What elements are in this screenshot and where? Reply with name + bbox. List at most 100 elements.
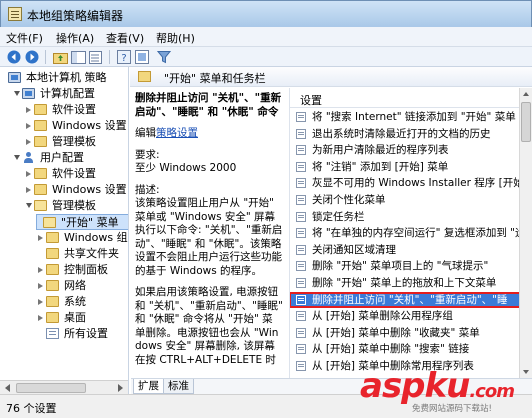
folder-icon: [46, 296, 59, 307]
scroll-left-icon[interactable]: [1, 382, 15, 394]
edit-policy-line: 编辑策略设置: [135, 127, 283, 141]
tree-item-all-settings[interactable]: 所有设置: [4, 326, 128, 342]
list-item[interactable]: 将 "在单独的内存空间运行" 复选框添加到 "运行: [290, 226, 520, 240]
tree-item-user-admin[interactable]: 管理模板: [4, 198, 128, 214]
tree-horizontal-scrollbar[interactable]: [0, 380, 128, 394]
collapse-arrow-icon[interactable]: [38, 283, 43, 289]
tree-label: Windows 设置: [52, 119, 127, 132]
tree-item-network[interactable]: 网络: [4, 278, 128, 294]
list-column-header[interactable]: 设置: [290, 88, 532, 108]
tree-item-desktop[interactable]: 桌面: [4, 310, 128, 326]
folder-icon: [34, 184, 47, 195]
expand-arrow-icon[interactable]: [26, 203, 32, 208]
policy-setting-icon: [296, 211, 306, 222]
list-item[interactable]: 锁定任务栏: [290, 210, 520, 224]
tree-item-windows-components[interactable]: Windows 组: [4, 230, 128, 246]
tree-item-user-software[interactable]: 软件设置: [4, 166, 128, 182]
toolbar-separator: [109, 50, 110, 64]
tree-label: 桌面: [64, 311, 86, 324]
back-icon[interactable]: [6, 49, 22, 65]
collapse-arrow-icon[interactable]: [38, 299, 43, 305]
list-item-selected[interactable]: 删除并阻止访问 "关机"、"重新启动"、"睡: [290, 291, 521, 308]
collapse-arrow-icon[interactable]: [26, 171, 31, 177]
scroll-right-icon[interactable]: [113, 382, 127, 394]
folder-icon: [138, 71, 151, 82]
collapse-arrow-icon[interactable]: [26, 139, 31, 145]
expand-arrow-icon[interactable]: [14, 91, 20, 96]
list-item[interactable]: 从 [开始] 菜单中删除 "收藏夹" 菜单: [290, 326, 520, 340]
show-hide-tree-icon[interactable]: [70, 49, 86, 65]
list-item[interactable]: 从 [开始] 菜单删除公用程序组: [290, 309, 520, 323]
folder-open-icon: [43, 217, 56, 228]
list-item[interactable]: 从 [开始] 菜单中删除 "搜索" 链接: [290, 342, 520, 356]
policy-setting-icon: [296, 244, 306, 255]
collapse-arrow-icon[interactable]: [38, 267, 43, 273]
watermark-brand-text: aspku: [360, 366, 470, 406]
tree-item-control-panel[interactable]: 控制面板: [4, 262, 128, 278]
scrollbar-thumb[interactable]: [16, 383, 86, 393]
tab-extended[interactable]: 扩展: [133, 379, 164, 394]
list-item-label: 关闭通知区域清理: [312, 243, 396, 256]
tree-item-computer-admin[interactable]: 管理模板: [4, 134, 128, 150]
properties-icon[interactable]: [134, 49, 150, 65]
list-item[interactable]: 删除 "开始" 菜单上的拖放和上下文菜单: [290, 276, 520, 290]
tree-item-shared-folders[interactable]: 共享文件夹: [4, 246, 128, 262]
policy-setting-icon: [296, 278, 306, 288]
tree-item-user-windows[interactable]: Windows 设置: [4, 182, 128, 198]
tree-label: 计算机配置: [40, 87, 95, 100]
title-bar: 本地组策略编辑器: [0, 0, 532, 27]
list-item[interactable]: 退出系统时清除最近打开的文档的历史: [290, 127, 520, 141]
tree-item-root[interactable]: 本地计算机 策略: [4, 70, 128, 86]
list-item-label: 关闭个性化菜单: [312, 194, 386, 206]
policy-setting-icon: [296, 294, 306, 305]
tree-item-system[interactable]: 系统: [4, 294, 128, 310]
tree-item-computer-config[interactable]: 计算机配置: [4, 86, 128, 102]
tree-item-computer-windows[interactable]: Windows 设置: [4, 118, 128, 134]
tree-item-user-config[interactable]: 用户配置: [4, 150, 128, 166]
menu-view[interactable]: 查看(V): [106, 30, 144, 46]
list-item[interactable]: 将 "搜索 Internet" 链接添加到 "开始" 菜单: [290, 110, 520, 124]
up-folder-icon[interactable]: [52, 49, 68, 65]
list-item[interactable]: 删除 "开始" 菜单项目上的 "气球提示": [290, 259, 520, 273]
forward-icon[interactable]: [24, 49, 40, 65]
list-item[interactable]: 为新用户清除最近的程序列表: [290, 143, 520, 157]
list-item[interactable]: 关闭个性化菜单: [290, 193, 520, 207]
tree-item-computer-software[interactable]: 软件设置: [4, 102, 128, 118]
menu-action[interactable]: 操作(A): [56, 30, 94, 46]
tree-label: 管理模板: [52, 135, 96, 148]
collapse-arrow-icon[interactable]: [26, 123, 31, 129]
column-header-setting[interactable]: 设置: [300, 92, 322, 108]
tree-label: 网络: [64, 279, 86, 292]
scrollbar-thumb[interactable]: [521, 102, 531, 142]
list-item[interactable]: 将 "注销" 添加到 [开始] 菜单: [290, 160, 520, 174]
list-item[interactable]: 灰显不可用的 Windows Installer 程序 [开始] 菜: [290, 176, 520, 190]
policy-setting-icon: [296, 228, 306, 239]
collapse-arrow-icon[interactable]: [26, 107, 31, 113]
list-item-label: 删除 "开始" 菜单上的拖放和上下文菜单: [312, 277, 497, 289]
watermark-suffix: .com: [469, 381, 515, 402]
all-settings-icon: [46, 328, 59, 339]
collapse-arrow-icon[interactable]: [38, 235, 43, 241]
list-item[interactable]: 关闭通知区域清理: [290, 243, 520, 257]
collapse-arrow-icon[interactable]: [26, 187, 31, 193]
policy-setting-icon: [296, 112, 306, 122]
edit-policy-link[interactable]: 策略设置: [156, 127, 198, 139]
filter-icon[interactable]: [156, 49, 172, 65]
list-vertical-scrollbar[interactable]: [519, 88, 532, 378]
menu-help[interactable]: 帮助(H): [156, 30, 195, 46]
export-list-icon[interactable]: [88, 49, 104, 65]
help-icon[interactable]: ?: [116, 49, 132, 65]
tree-label: 软件设置: [52, 103, 96, 116]
folder-icon: [46, 264, 59, 275]
watermark-brand: aspku.com: [360, 366, 515, 406]
scroll-up-icon[interactable]: [520, 88, 532, 100]
collapse-arrow-icon[interactable]: [38, 315, 43, 321]
tab-standard[interactable]: 标准: [163, 379, 194, 394]
folder-icon: [46, 232, 59, 243]
menu-file[interactable]: 文件(F): [6, 30, 43, 46]
policy-setting-icon: [296, 161, 306, 172]
expand-arrow-icon[interactable]: [14, 155, 20, 160]
tree-item-start-menu[interactable]: "开始" 菜单: [36, 214, 128, 230]
description-label: 描述:: [135, 183, 160, 196]
requirements-value: 至少 Windows 2000: [135, 162, 237, 174]
